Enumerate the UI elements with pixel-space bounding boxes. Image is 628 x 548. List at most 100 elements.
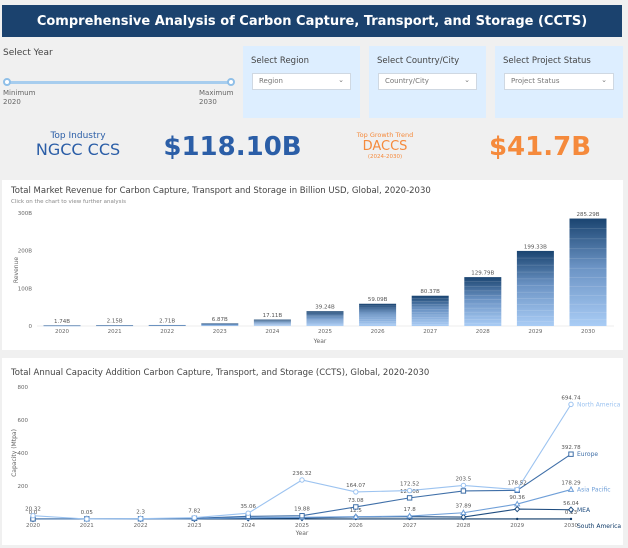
capacity-data-label: 35.06 — [240, 504, 256, 510]
chevron-down-icon: ⌄ — [601, 76, 607, 84]
revenue-chart-panel[interactable]: Total Market Revenue for Carbon Capture,… — [2, 180, 623, 350]
capacity-y-tick-label: 800 — [18, 385, 29, 391]
capacity-data-label: 20.32 — [25, 507, 41, 513]
capacity-point-marker — [567, 485, 575, 492]
revenue-bar — [96, 325, 134, 327]
chevron-down-icon: ⌄ — [464, 76, 470, 84]
capacity-x-axis-label: Year — [295, 530, 309, 537]
capacity-point-marker — [406, 512, 413, 519]
revenue-x-tick-label: 2023 — [213, 329, 227, 335]
revenue-bar-data-label: 39.24B — [315, 305, 335, 311]
capacity-point-marker — [84, 516, 90, 522]
year-slider-min-handle[interactable] — [3, 78, 11, 86]
capacity-data-label: 7.82 — [188, 509, 200, 515]
revenue-bar-data-label: 80.37B — [420, 289, 440, 295]
capacity-data-label: 236.32 — [292, 471, 311, 477]
year-range-filter: Select Year Minimum 2020 Maximum 2030 — [0, 44, 238, 120]
capacity-chart-panel[interactable]: Total Annual Capacity Addition Carbon Ca… — [2, 358, 623, 545]
revenue-bar — [359, 303, 397, 326]
capacity-x-tick-label: 2025 — [295, 523, 309, 529]
revenue-y-tick-label: 0 — [29, 324, 33, 330]
revenue-bar-data-label: 285.29B — [576, 212, 599, 218]
capacity-x-tick-label: 2020 — [26, 523, 40, 529]
country-dropdown[interactable]: Country/City ⌄ — [378, 73, 477, 90]
chevron-down-icon: ⌄ — [338, 76, 344, 84]
capacity-point-marker — [137, 515, 144, 522]
top-growth-period: (2024-2030) — [367, 154, 403, 160]
revenue-bar-data-label: 129.79B — [471, 271, 494, 277]
revenue-bar — [411, 295, 449, 326]
top-industry-value: NGCC CCS — [35, 140, 121, 159]
revenue-bar-data-label: 2.71B — [159, 318, 175, 324]
year-slider-track[interactable] — [6, 81, 230, 84]
dashboard-header: Comprehensive Analysis of Carbon Capture… — [2, 5, 622, 37]
capacity-point-marker — [460, 488, 467, 494]
capacity-y-tick-label: 600 — [18, 418, 29, 424]
year-min-value: 2020 — [3, 98, 21, 106]
capacity-legend-label: MEA — [577, 507, 591, 514]
capacity-series-line — [32, 404, 572, 520]
revenue-bar-data-label: 59.09B — [368, 297, 388, 303]
capacity-data-label: 90.36 — [509, 495, 525, 501]
revenue-x-tick-label: 2022 — [160, 329, 174, 335]
revenue-x-tick-label: 2028 — [476, 329, 490, 335]
status-dropdown-placeholder: Project Status — [511, 77, 560, 85]
region-filter-label: Select Region — [251, 56, 310, 66]
capacity-legend-label: Europe — [577, 451, 598, 458]
year-slider-max-handle[interactable] — [227, 78, 235, 86]
capacity-point-marker — [353, 489, 359, 495]
revenue-bar — [464, 277, 502, 326]
capacity-x-tick-label: 2026 — [349, 523, 363, 529]
capacity-data-label: 203.5 — [456, 476, 472, 482]
capacity-point-marker — [514, 505, 521, 513]
capacity-x-tick-label: 2022 — [134, 523, 148, 529]
capacity-point-marker — [513, 500, 521, 507]
revenue-x-tick-label: 2025 — [318, 329, 332, 335]
revenue-x-axis-label: Year — [313, 338, 327, 345]
capacity-x-tick-label: 2023 — [187, 523, 201, 529]
year-max-label: Maximum — [199, 89, 234, 97]
top-industry-revenue: $118.10B — [163, 132, 302, 162]
capacity-point-marker — [406, 495, 413, 501]
project-status-filter: Select Project Status Project Status ⌄ — [495, 46, 623, 118]
capacity-point-marker — [460, 482, 467, 489]
top-industry-revenue-kpi: $118.10B — [150, 132, 315, 162]
revenue-bar-chart[interactable]: Revenue Year 0 100B 200B 300B 1.74B 2020 2.15… — [2, 180, 623, 350]
capacity-data-label: 178.52 — [508, 481, 527, 487]
revenue-x-tick-label: 2026 — [371, 329, 385, 335]
revenue-bar-data-label: 6.87B — [212, 317, 228, 323]
capacity-point-marker — [569, 517, 573, 521]
capacity-x-tick-label: 2028 — [456, 523, 470, 529]
capacity-legend-label: South America — [577, 523, 621, 530]
capacity-data-label: 19.88 — [294, 507, 310, 513]
revenue-bar-data-label: 17.11B — [263, 313, 283, 319]
revenue-y-axis-label: Revenue — [13, 257, 20, 283]
capacity-y-tick-label: 400 — [18, 451, 29, 457]
revenue-bar — [516, 250, 554, 326]
top-growth-kpi: Top Growth Trend DACCS (2024-2030) — [335, 131, 435, 160]
status-dropdown[interactable]: Project Status ⌄ — [504, 73, 614, 90]
capacity-point-marker — [299, 513, 305, 519]
revenue-bar-data-label: 1.74B — [54, 319, 70, 325]
top-growth-value: DACCS — [362, 139, 408, 154]
region-dropdown[interactable]: Region ⌄ — [252, 73, 351, 90]
year-filter-label: Select Year — [3, 48, 53, 58]
capacity-point-marker — [460, 509, 467, 516]
revenue-y-tick-label: 100B — [18, 286, 32, 292]
capacity-y-tick-label: 200 — [18, 484, 29, 490]
revenue-bar — [306, 311, 344, 326]
capacity-point-marker — [30, 512, 36, 519]
revenue-x-tick-label: 2024 — [265, 329, 279, 335]
revenue-bar — [43, 325, 81, 327]
top-growth-label: Top Growth Trend — [356, 131, 414, 139]
capacity-line-chart[interactable]: Capacity (Mtpa) Year 200400600800 2020 20… — [2, 358, 623, 545]
revenue-x-tick-label: 2029 — [528, 329, 542, 335]
capacity-data-label: 73.08 — [348, 498, 364, 504]
capacity-x-tick-label: 2024 — [241, 523, 255, 529]
revenue-y-tick-label: 300B — [18, 211, 32, 217]
capacity-data-label: 172.52 — [400, 482, 419, 488]
capacity-point-marker — [568, 401, 574, 408]
status-filter-label: Select Project Status — [503, 56, 591, 66]
country-filter: Select Country/City Country/City ⌄ — [369, 46, 486, 118]
country-dropdown-placeholder: Country/City — [385, 77, 429, 85]
